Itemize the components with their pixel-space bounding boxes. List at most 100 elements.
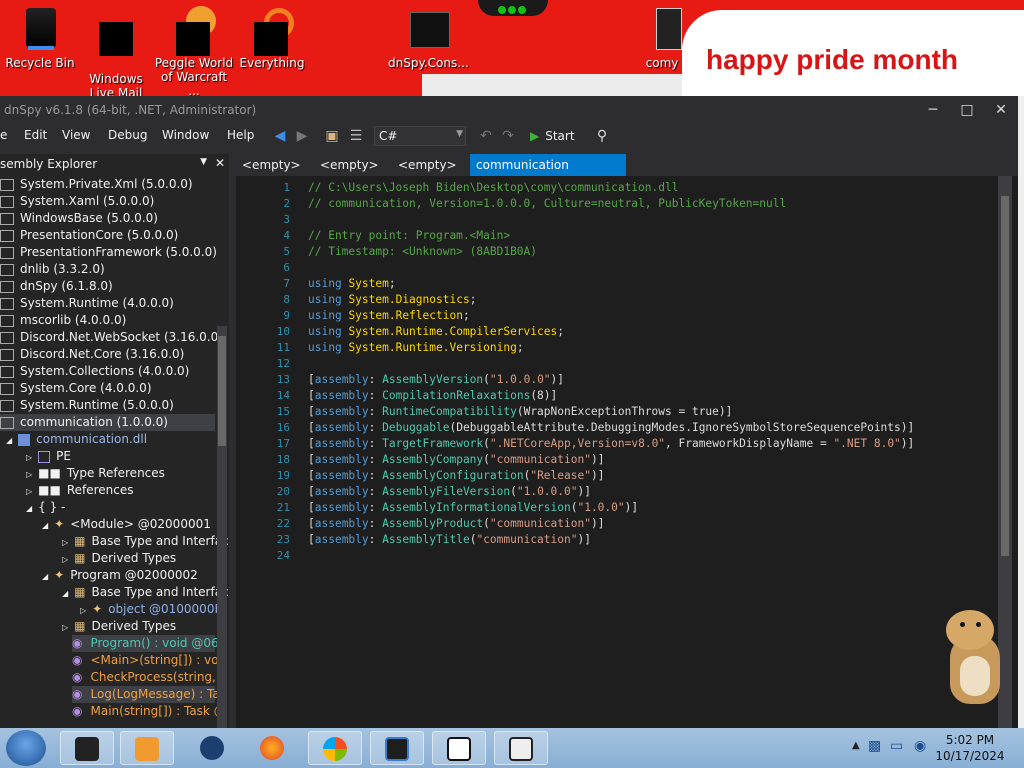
taskbar-windows-button[interactable] bbox=[308, 731, 362, 765]
tree-item-assembly[interactable]: mscorlib (4.0.0.0) bbox=[0, 312, 126, 329]
tree-item-assembly[interactable]: Discord.Net.WebSocket (3.16.0.0) bbox=[0, 329, 223, 346]
tab-communication[interactable]: communication (1.0.0.0) ✕ bbox=[470, 154, 626, 194]
assembly-icon bbox=[0, 314, 14, 327]
start-button[interactable] bbox=[6, 730, 46, 766]
chevron-down-icon[interactable]: ▼ bbox=[200, 157, 207, 167]
tree-item-assembly[interactable]: PresentationFramework (5.0.0.0) bbox=[0, 244, 217, 261]
tree-item-assembly[interactable]: dnSpy (6.1.8.0) bbox=[0, 278, 113, 295]
expand-arrow-icon: ▷ bbox=[80, 606, 87, 615]
tree-item-assembly[interactable]: WindowsBase (5.0.0.0) bbox=[0, 210, 158, 227]
play-icon: ▶ bbox=[530, 129, 540, 143]
tree-item-method[interactable]: ◉ CheckProcess(string, S bbox=[72, 669, 227, 686]
close-icon[interactable]: ✕ bbox=[215, 156, 225, 170]
undo-icon[interactable]: ↶ bbox=[476, 126, 496, 146]
tab-empty[interactable]: <empty> bbox=[392, 154, 463, 176]
code-line: [assembly: AssemblyCompany("communicatio… bbox=[308, 453, 605, 466]
clock[interactable]: 5:02 PM 10/17/2024 bbox=[928, 732, 1012, 764]
assembly-icon bbox=[0, 416, 14, 429]
tree-item-class[interactable]: ◢ ✦ <Module> @02000001 bbox=[42, 516, 211, 533]
tray-globe-icon[interactable]: ◉ bbox=[914, 738, 926, 754]
tray-network-icon[interactable]: ▩ bbox=[868, 738, 881, 754]
start-debug-button[interactable]: ▶ Start bbox=[530, 126, 575, 146]
tree-item-assembly[interactable]: System.Core (4.0.0.0) bbox=[0, 380, 152, 397]
close-icon[interactable]: ✕ bbox=[986, 100, 1016, 120]
taskbar-terminal-button[interactable] bbox=[60, 731, 114, 765]
tree-item-base-types[interactable]: ◢ ▦ Base Type and Interfac bbox=[62, 584, 229, 601]
tree-item-assembly[interactable]: PresentationCore (5.0.0.0) bbox=[0, 227, 178, 244]
tree-item-derived-types[interactable]: ▷ ▦ Derived Types bbox=[62, 618, 176, 635]
tree-item-base-types[interactable]: ▷ ▦ Base Type and Interfac bbox=[62, 533, 229, 550]
language-select[interactable]: C# ▼ bbox=[374, 126, 466, 146]
redo-icon[interactable]: ↷ bbox=[498, 126, 518, 146]
line-number: 8 bbox=[283, 293, 290, 306]
minimize-icon[interactable]: ─ bbox=[918, 100, 948, 120]
desktop-icon-windows-live-mail[interactable]: Windows Live Mail bbox=[76, 6, 156, 100]
tree-item-assembly-selected[interactable]: communication (1.0.0.0) bbox=[0, 414, 215, 431]
open-list-icon[interactable]: ☰ bbox=[346, 126, 366, 146]
desktop-icon-dnspy-console[interactable]: dnSpy.Cons... bbox=[388, 6, 469, 70]
line-number: 9 bbox=[283, 309, 290, 322]
tree-item-assembly[interactable]: System.Private.Xml (5.0.0.0) bbox=[0, 176, 193, 193]
back-icon[interactable]: ◀ bbox=[270, 126, 290, 146]
desktop-icon-label: Recycle Bin bbox=[5, 56, 75, 70]
tree-item-method[interactable]: ◉ Program() : void @060 bbox=[72, 635, 226, 652]
menu-window[interactable]: Window bbox=[162, 128, 209, 142]
menu-file[interactable]: e bbox=[0, 128, 7, 142]
desktop-icon-everything[interactable]: Everything bbox=[232, 6, 312, 70]
tray-monitor-icon[interactable]: ▭ bbox=[890, 738, 903, 754]
tree-item-method[interactable]: ◉ <Main>(string[]) : voi bbox=[72, 652, 222, 669]
scrollbar-thumb[interactable] bbox=[218, 336, 226, 446]
tree-item-base-object[interactable]: ▷ ✦ object @0100000F bbox=[80, 601, 221, 618]
tree-item-assembly[interactable]: System.Xaml (5.0.0.0) bbox=[0, 193, 154, 210]
line-number: 22 bbox=[276, 517, 290, 530]
tree-item-pe[interactable]: ▷ PE bbox=[26, 448, 71, 465]
tree-item-assembly[interactable]: dnlib (3.3.2.0) bbox=[0, 261, 105, 278]
code-editor[interactable]: 1 2 3 4 5 6 7 8 9 10 11 12 13 14 15 16 17 18 19 20 21 22 23 24 … bbox=[236, 176, 1018, 728]
open-folder-icon[interactable]: ▣ bbox=[322, 126, 342, 146]
taskbar-7zip-button[interactable] bbox=[432, 731, 486, 765]
tree-item-assembly[interactable]: System.Runtime (5.0.0.0) bbox=[0, 397, 174, 414]
tree-item-method[interactable]: ◉ Log(LogMessage) : Ta bbox=[72, 686, 220, 703]
menu-edit[interactable]: Edit bbox=[24, 128, 47, 142]
tab-empty[interactable]: <empty> bbox=[236, 154, 307, 176]
tree-item-assembly[interactable]: System.Collections (4.0.0.0) bbox=[0, 363, 189, 380]
line-number: 18 bbox=[276, 453, 290, 466]
tree-item-assembly[interactable]: Discord.Net.Core (3.16.0.0) bbox=[0, 346, 184, 363]
pride-banner: happy pride month bbox=[682, 10, 1024, 100]
tree-item-assembly[interactable]: System.Runtime (4.0.0.0) bbox=[0, 295, 174, 312]
tray-up-arrow-icon[interactable]: ▲ bbox=[852, 740, 860, 751]
desktop-icon-recycle-bin[interactable]: Recycle Bin bbox=[0, 6, 80, 70]
tree-item-references[interactable]: ▷ ■■ References bbox=[26, 482, 134, 499]
tab-empty[interactable]: <empty> bbox=[314, 154, 385, 176]
taskbar-windows-stack-button[interactable] bbox=[494, 731, 548, 765]
menu-debug[interactable]: Debug bbox=[108, 128, 147, 142]
module-icon bbox=[18, 433, 31, 446]
tree-item-method[interactable]: ◉ Main(string[]) : Task @ bbox=[72, 703, 226, 720]
tree-item-module[interactable]: ◢ communication.dll bbox=[6, 431, 147, 448]
title-bar: dnSpy v6.1.8 (64-bit, .NET, Administrato… bbox=[0, 96, 1018, 124]
maximize-icon[interactable]: □ bbox=[952, 100, 982, 120]
explorer-scrollbar[interactable] bbox=[217, 326, 227, 728]
taskbar-dnspy-button[interactable] bbox=[370, 731, 424, 765]
code-line: using System.Runtime.CompilerServices; bbox=[308, 325, 564, 338]
menu-help[interactable]: Help bbox=[227, 128, 254, 142]
hamster-mascot[interactable] bbox=[940, 606, 1006, 708]
line-number: 7 bbox=[283, 277, 290, 290]
search-icon[interactable]: ⚲ bbox=[592, 126, 612, 146]
taskbar-media-player-button[interactable] bbox=[120, 731, 174, 765]
firefox-icon bbox=[260, 736, 284, 760]
taskbar-firefox-button[interactable] bbox=[246, 731, 300, 765]
assembly-explorer-header: sembly Explorer ▼ ✕ bbox=[0, 154, 229, 176]
tree-item-namespace[interactable]: ◢{ } - bbox=[26, 499, 65, 516]
tree-item-class[interactable]: ◢ ✦ Program @02000002 bbox=[42, 567, 198, 584]
menu-view[interactable]: View bbox=[62, 128, 90, 142]
taskbar-globe-button[interactable] bbox=[186, 731, 240, 765]
line-number: 2 bbox=[283, 197, 290, 210]
desktop-icon-peggle[interactable]: Peggle World of Warcraft ... bbox=[154, 6, 234, 98]
language-value: C# bbox=[379, 129, 398, 143]
scrollbar-thumb[interactable] bbox=[1001, 196, 1009, 556]
tree-item-type-references[interactable]: ▷ ■■ Type References bbox=[26, 465, 165, 482]
forward-icon[interactable]: ▶ bbox=[292, 126, 312, 146]
tree-item-derived-types[interactable]: ▷ ▦ Derived Types bbox=[62, 550, 176, 567]
